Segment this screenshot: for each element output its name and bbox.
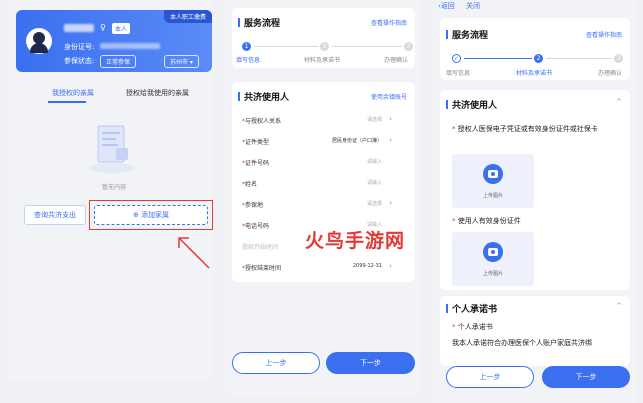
watermark-text: 火鸟手游网	[305, 230, 406, 252]
upload-label: 上传图片	[482, 193, 503, 199]
step-connector	[254, 46, 318, 47]
step-2-dot: 2	[320, 42, 329, 51]
add-relative-button[interactable]: ⊕ 添加家属	[94, 205, 208, 225]
section-title: 共济使用人	[446, 98, 497, 111]
form-row-relationship[interactable]: *与授权人关系 请选择 ›	[242, 115, 392, 128]
camera-icon	[483, 164, 503, 184]
step-label: 填写信息	[236, 57, 261, 64]
question-label: * 使用人有效身份证件	[452, 217, 521, 225]
status-label: 参保状态:	[64, 57, 95, 65]
query-expense-button[interactable]: 查询共济支出	[24, 205, 86, 225]
fill-info-panel: 服务流程 查看操作指南 1 2 3 填写信息 材料及承诺书 办理确认 共济使用人…	[226, 0, 421, 395]
pointer-arrow-icon	[178, 237, 210, 269]
service-title: 服务流程	[238, 16, 280, 29]
form-row-end-time[interactable]: *授权结束时间 2099-12-31 ›	[242, 262, 392, 275]
chevron-right-icon: ›	[389, 199, 392, 207]
active-tab-indicator	[48, 101, 86, 103]
user-name-blurred	[64, 24, 94, 32]
step-connector	[546, 58, 612, 59]
step-label: 材料及承诺书	[304, 57, 341, 64]
chevron-up-icon[interactable]: ^	[616, 98, 622, 106]
step-connector	[464, 58, 532, 59]
highlight-box: ⊕ 添加家属	[89, 200, 213, 230]
form-row-id-number[interactable]: *证件号码 请输入	[242, 158, 392, 170]
step-3-dot: 3	[404, 42, 413, 51]
chevron-right-icon: ›	[389, 136, 392, 144]
close-link[interactable]: 关闭	[466, 1, 480, 11]
upload-label: 上传图片	[482, 271, 503, 277]
step-2-dot: 2	[534, 54, 543, 63]
back-link[interactable]: ‹返回	[438, 1, 455, 11]
form-row-name[interactable]: *姓名 请输入	[242, 179, 392, 191]
account-link[interactable]: 使用余镇账号	[371, 92, 407, 101]
promise-text: 我本人承诺符合办理医保个人账户家庭共济绑	[452, 339, 592, 347]
guide-link[interactable]: 查看操作指南	[586, 30, 622, 39]
next-button[interactable]: 下一步	[326, 352, 415, 374]
question-label: * 个人承诺书	[452, 323, 493, 331]
status-badge: 正常参保	[100, 55, 137, 68]
relative-tabs: 我授权的亲属 授权给我使用的亲属	[16, 84, 212, 103]
step-connector	[332, 46, 402, 47]
section-title: 个人承诺书	[446, 302, 497, 315]
city-selector[interactable]: 苏州市 ▾	[164, 55, 199, 68]
step-3-dot: 3	[614, 54, 623, 63]
guide-link[interactable]: 查看操作指南	[371, 18, 407, 27]
family-member-panel: 本人职工缴费 ♀ 本人 身份证号: 参保状态: 正常参保 苏州市 ▾ 我授权的亲…	[8, 0, 213, 380]
service-process-card: 服务流程 查看操作指南 1 2 3 填写信息 材料及承诺书 办理确认	[232, 8, 415, 68]
service-title: 服务流程	[446, 28, 488, 41]
service-process-card: 服务流程 查看操作指南 ✓ 2 3 填写信息 材料及承诺书 办理确认	[440, 18, 630, 80]
form-row-insured-place[interactable]: *参保地 请选择 ›	[242, 199, 392, 212]
step-label: 办理确认	[384, 57, 409, 64]
chevron-up-icon[interactable]: ^	[616, 302, 622, 310]
promise-card: 个人承诺书 ^ * 个人承诺书 我本人承诺符合办理医保个人账户家庭共济绑	[440, 296, 630, 366]
camera-icon	[483, 242, 503, 262]
avatar	[26, 28, 52, 54]
materials-panel: ‹返回 关闭 服务流程 查看操作指南 ✓ 2 3 填写信息 材料及承诺书 办理确…	[432, 0, 637, 403]
form-title: 共济使用人	[238, 90, 289, 103]
step-label: 办理确认	[598, 70, 623, 77]
chevron-right-icon: ›	[389, 115, 392, 123]
tab-authorized-to-me[interactable]: 授权给我使用的亲属	[126, 88, 189, 98]
prev-button[interactable]: 上一步	[232, 352, 320, 374]
insured-info-card: 本人职工缴费 ♀ 本人 身份证号: 参保状态: 正常参保 苏州市 ▾	[16, 10, 212, 72]
payment-type-badge: 本人职工缴费	[163, 10, 212, 23]
id-number-blurred	[100, 43, 160, 49]
empty-state-text: 暂无内容	[101, 184, 126, 191]
id-label: 身份证号:	[64, 43, 95, 51]
co-user-card: 共济使用人 ^ * 授权人医保电子凭证或有效身份证件或社保卡 上传图片 * 使用…	[440, 90, 630, 290]
chevron-right-icon: ›	[389, 262, 392, 270]
self-tag: 本人	[112, 23, 131, 34]
top-nav: ‹返回 关闭	[432, 0, 637, 12]
step-1-done-icon: ✓	[452, 54, 461, 63]
prev-button[interactable]: 上一步	[446, 366, 534, 388]
empty-state-illustration	[88, 125, 136, 173]
upload-box-1[interactable]: 上传图片	[452, 154, 534, 208]
question-label: * 授权人医保电子凭证或有效身份证件或社保卡	[452, 125, 598, 133]
step-label: 材料及承诺书	[516, 70, 553, 77]
step-1-dot: 1	[242, 42, 251, 51]
tab-authorized-by-me[interactable]: 我授权的亲属	[52, 88, 94, 98]
next-button[interactable]: 下一步	[542, 366, 630, 388]
form-row-id-type[interactable]: *证件类型 居民身份证（户口簿） ›	[242, 136, 392, 149]
female-icon: ♀	[100, 23, 106, 32]
upload-box-2[interactable]: 上传图片	[452, 232, 534, 286]
step-label: 填写信息	[446, 70, 471, 77]
